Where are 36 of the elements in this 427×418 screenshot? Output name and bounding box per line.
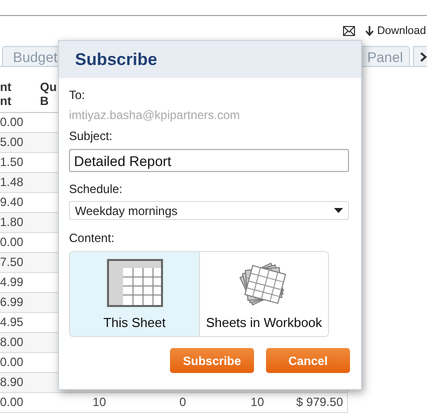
- chevron-right-icon: [420, 52, 426, 62]
- table-cell-text: 4.95: [0, 314, 24, 331]
- table-cell-text: 0.00: [0, 234, 24, 251]
- table-cell-text: 9.40: [0, 194, 24, 211]
- table-cell-text: 0: [178, 394, 187, 411]
- subject-field[interactable]: Detailed Report: [69, 149, 349, 172]
- table-cell-text: 8.90: [0, 374, 24, 391]
- schedule-dropdown[interactable]: Weekday mornings: [69, 201, 349, 220]
- table-cell-text: 5.00: [0, 134, 24, 151]
- dialog-title: Subscribe: [59, 41, 361, 78]
- schedule-label: Schedule:: [69, 182, 124, 196]
- next-tab-button[interactable]: [413, 46, 427, 66]
- table-cell-text: 1.48: [0, 174, 24, 191]
- table-cell-text: 6.99: [0, 294, 24, 311]
- recipient-email: imtiyaz.basha@kpipartners.com: [69, 108, 241, 122]
- table-cell-text: 8.00: [0, 334, 24, 351]
- download-link[interactable]: Download: [365, 25, 426, 37]
- table-cell-text: 7.50: [0, 254, 24, 271]
- sheet-icon: [106, 259, 162, 307]
- table-cell-text: 1.50: [0, 154, 24, 171]
- table-cell-text: 0.00: [0, 114, 24, 131]
- to-label: To:: [69, 88, 86, 102]
- download-icon: [365, 26, 374, 36]
- table-cell-text: 0.00: [0, 394, 24, 411]
- content-label: Content:: [69, 231, 116, 245]
- table-cell-text: 1.80: [0, 214, 24, 231]
- table-cell-text: 0.00: [0, 354, 24, 371]
- table-cell-text: 10: [92, 394, 107, 411]
- content-option[interactable]: This Sheet: [70, 252, 200, 336]
- subject-label: Subject:: [69, 129, 114, 143]
- mail-icon[interactable]: [343, 26, 356, 36]
- column-header: Qu B: [40, 80, 57, 108]
- table-cell-text: 10: [250, 394, 265, 411]
- table-cell-text: 4.99: [0, 274, 24, 291]
- column-header: nt nt: [0, 80, 12, 108]
- table-cell-text: $ 979.50: [295, 394, 344, 411]
